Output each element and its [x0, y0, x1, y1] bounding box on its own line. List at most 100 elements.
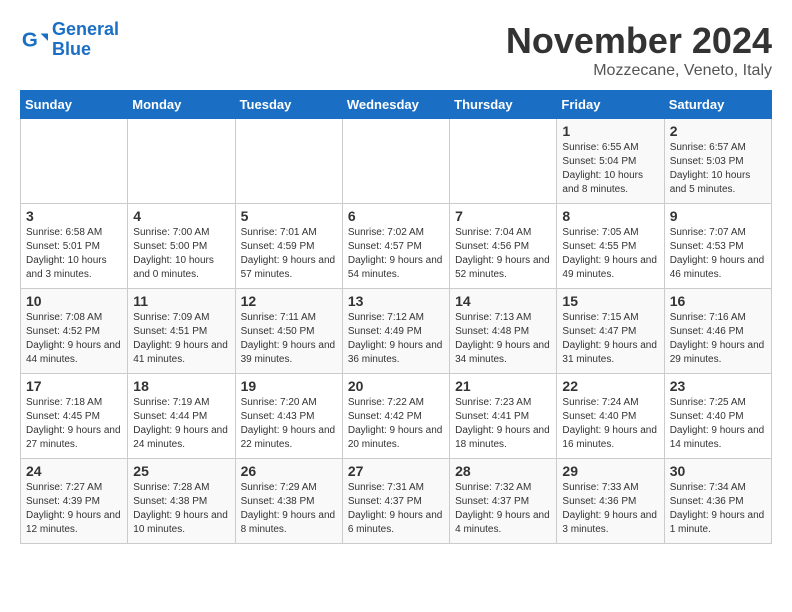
day-info: Sunrise: 6:55 AM Sunset: 5:04 PM Dayligh…: [562, 141, 658, 197]
day-cell: 29 Sunrise: 7:33 AM Sunset: 4:36 PM Dayli…: [557, 459, 664, 544]
day-cell: 11 Sunrise: 7:09 AM Sunset: 4:51 PM Dayli…: [128, 289, 235, 374]
day-info: Sunrise: 6:58 AM Sunset: 5:01 PM Dayligh…: [26, 226, 122, 282]
day-number: 24: [26, 463, 122, 479]
day-cell: [450, 119, 557, 204]
day-number: 20: [348, 378, 444, 394]
week-row-1: 1 Sunrise: 6:55 AM Sunset: 5:04 PM Daylig…: [21, 119, 772, 204]
col-header-thursday: Thursday: [450, 91, 557, 119]
week-row-2: 3 Sunrise: 6:58 AM Sunset: 5:01 PM Daylig…: [21, 204, 772, 289]
day-cell: 19 Sunrise: 7:20 AM Sunset: 4:43 PM Dayli…: [235, 374, 342, 459]
day-info: Sunrise: 7:08 AM Sunset: 4:52 PM Dayligh…: [26, 311, 122, 367]
col-header-saturday: Saturday: [664, 91, 771, 119]
day-cell: 17Sunrise: 7:18 AM Sunset: 4:45 PM Dayli…: [21, 374, 128, 459]
day-number: 3: [26, 208, 122, 224]
day-number: 12: [241, 293, 337, 309]
day-info: Sunrise: 7:20 AM Sunset: 4:43 PM Dayligh…: [241, 396, 337, 452]
day-info: Sunrise: 7:24 AM Sunset: 4:40 PM Dayligh…: [562, 396, 658, 452]
day-number: 9: [670, 208, 766, 224]
day-info: Sunrise: 7:33 AM Sunset: 4:36 PM Dayligh…: [562, 481, 658, 537]
day-info: Sunrise: 7:13 AM Sunset: 4:48 PM Dayligh…: [455, 311, 551, 367]
day-cell: 9 Sunrise: 7:07 AM Sunset: 4:53 PM Daylig…: [664, 204, 771, 289]
day-number: 17: [26, 378, 122, 394]
day-cell: 15Sunrise: 7:15 AM Sunset: 4:47 PM Dayli…: [557, 289, 664, 374]
col-header-wednesday: Wednesday: [342, 91, 449, 119]
day-number: 28: [455, 463, 551, 479]
day-cell: 7 Sunrise: 7:04 AM Sunset: 4:56 PM Daylig…: [450, 204, 557, 289]
day-info: Sunrise: 7:15 AM Sunset: 4:47 PM Dayligh…: [562, 311, 658, 367]
day-cell: [342, 119, 449, 204]
day-info: Sunrise: 7:01 AM Sunset: 4:59 PM Dayligh…: [241, 226, 337, 282]
col-header-friday: Friday: [557, 91, 664, 119]
logo: G General Blue: [20, 20, 119, 60]
day-cell: 8Sunrise: 7:05 AM Sunset: 4:55 PM Daylig…: [557, 204, 664, 289]
day-cell: [128, 119, 235, 204]
day-number: 27: [348, 463, 444, 479]
day-cell: 28 Sunrise: 7:32 AM Sunset: 4:37 PM Dayli…: [450, 459, 557, 544]
day-cell: 12 Sunrise: 7:11 AM Sunset: 4:50 PM Dayli…: [235, 289, 342, 374]
day-number: 19: [241, 378, 337, 394]
header-row: SundayMondayTuesdayWednesdayThursdayFrid…: [21, 91, 772, 119]
day-number: 2: [670, 123, 766, 139]
day-cell: 14Sunrise: 7:13 AM Sunset: 4:48 PM Dayli…: [450, 289, 557, 374]
day-number: 18: [133, 378, 229, 394]
svg-text:G: G: [22, 28, 38, 51]
day-number: 7: [455, 208, 551, 224]
day-number: 13: [348, 293, 444, 309]
title-block: November 2024 Mozzecane, Veneto, Italy: [506, 20, 772, 80]
location-subtitle: Mozzecane, Veneto, Italy: [506, 62, 772, 80]
day-number: 30: [670, 463, 766, 479]
week-row-4: 17Sunrise: 7:18 AM Sunset: 4:45 PM Dayli…: [21, 374, 772, 459]
day-number: 26: [241, 463, 337, 479]
day-cell: 26Sunrise: 7:29 AM Sunset: 4:38 PM Dayli…: [235, 459, 342, 544]
day-cell: 4 Sunrise: 7:00 AM Sunset: 5:00 PM Daylig…: [128, 204, 235, 289]
day-info: Sunrise: 7:27 AM Sunset: 4:39 PM Dayligh…: [26, 481, 122, 537]
day-number: 16: [670, 293, 766, 309]
day-number: 22: [562, 378, 658, 394]
day-info: Sunrise: 7:16 AM Sunset: 4:46 PM Dayligh…: [670, 311, 766, 367]
day-number: 6: [348, 208, 444, 224]
day-cell: 1 Sunrise: 6:55 AM Sunset: 5:04 PM Daylig…: [557, 119, 664, 204]
day-cell: 18Sunrise: 7:19 AM Sunset: 4:44 PM Dayli…: [128, 374, 235, 459]
day-number: 1: [562, 123, 658, 139]
day-number: 5: [241, 208, 337, 224]
day-cell: 25 Sunrise: 7:28 AM Sunset: 4:38 PM Dayli…: [128, 459, 235, 544]
day-info: Sunrise: 7:32 AM Sunset: 4:37 PM Dayligh…: [455, 481, 551, 537]
logo-text-line1: General: [52, 20, 119, 40]
day-number: 21: [455, 378, 551, 394]
day-number: 10: [26, 293, 122, 309]
day-cell: [21, 119, 128, 204]
col-header-monday: Monday: [128, 91, 235, 119]
day-number: 11: [133, 293, 229, 309]
calendar-table: SundayMondayTuesdayWednesdayThursdayFrid…: [20, 90, 772, 544]
day-info: Sunrise: 7:07 AM Sunset: 4:53 PM Dayligh…: [670, 226, 766, 282]
week-row-5: 24 Sunrise: 7:27 AM Sunset: 4:39 PM Dayli…: [21, 459, 772, 544]
day-number: 29: [562, 463, 658, 479]
day-cell: 30 Sunrise: 7:34 AM Sunset: 4:36 PM Dayli…: [664, 459, 771, 544]
page-header: G General Blue November 2024 Mozzecane, …: [20, 20, 772, 80]
logo-text-line2: Blue: [52, 40, 119, 60]
day-cell: 23Sunrise: 7:25 AM Sunset: 4:40 PM Dayli…: [664, 374, 771, 459]
day-info: Sunrise: 7:28 AM Sunset: 4:38 PM Dayligh…: [133, 481, 229, 537]
month-title: November 2024: [506, 20, 772, 62]
day-info: Sunrise: 7:23 AM Sunset: 4:41 PM Dayligh…: [455, 396, 551, 452]
day-info: Sunrise: 6:57 AM Sunset: 5:03 PM Dayligh…: [670, 141, 766, 197]
day-cell: [235, 119, 342, 204]
day-cell: 16 Sunrise: 7:16 AM Sunset: 4:46 PM Dayli…: [664, 289, 771, 374]
day-cell: 20 Sunrise: 7:22 AM Sunset: 4:42 PM Dayli…: [342, 374, 449, 459]
day-cell: 2 Sunrise: 6:57 AM Sunset: 5:03 PM Daylig…: [664, 119, 771, 204]
logo-icon: G: [20, 26, 48, 54]
day-info: Sunrise: 7:00 AM Sunset: 5:00 PM Dayligh…: [133, 226, 229, 282]
day-info: Sunrise: 7:22 AM Sunset: 4:42 PM Dayligh…: [348, 396, 444, 452]
day-info: Sunrise: 7:11 AM Sunset: 4:50 PM Dayligh…: [241, 311, 337, 367]
col-header-sunday: Sunday: [21, 91, 128, 119]
week-row-3: 10 Sunrise: 7:08 AM Sunset: 4:52 PM Dayli…: [21, 289, 772, 374]
day-info: Sunrise: 7:31 AM Sunset: 4:37 PM Dayligh…: [348, 481, 444, 537]
day-info: Sunrise: 7:34 AM Sunset: 4:36 PM Dayligh…: [670, 481, 766, 537]
day-info: Sunrise: 7:04 AM Sunset: 4:56 PM Dayligh…: [455, 226, 551, 282]
day-number: 25: [133, 463, 229, 479]
day-number: 23: [670, 378, 766, 394]
day-cell: 10 Sunrise: 7:08 AM Sunset: 4:52 PM Dayli…: [21, 289, 128, 374]
day-cell: 3 Sunrise: 6:58 AM Sunset: 5:01 PM Daylig…: [21, 204, 128, 289]
day-info: Sunrise: 7:09 AM Sunset: 4:51 PM Dayligh…: [133, 311, 229, 367]
day-number: 4: [133, 208, 229, 224]
